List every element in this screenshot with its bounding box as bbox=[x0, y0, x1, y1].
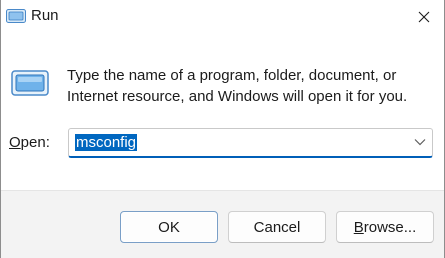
ok-button[interactable]: OK bbox=[120, 211, 218, 243]
button-bar: OK Cancel Browse... bbox=[1, 190, 444, 258]
close-icon bbox=[418, 11, 430, 23]
close-button[interactable] bbox=[412, 6, 436, 28]
title-bar[interactable]: Run bbox=[1, 0, 444, 36]
open-input-value[interactable]: msconfig bbox=[75, 134, 138, 151]
open-label-mnemonic: O bbox=[9, 134, 21, 151]
browse-button[interactable]: Browse... bbox=[336, 211, 434, 243]
run-icon bbox=[11, 70, 49, 96]
open-label-rest: pen: bbox=[20, 134, 50, 151]
browse-mnemonic: B bbox=[353, 218, 364, 236]
run-app-icon bbox=[6, 9, 26, 23]
run-dialog: Run Type the name of a program, folder, … bbox=[0, 0, 445, 258]
window-title: Run bbox=[31, 7, 59, 24]
open-label: Open: bbox=[9, 134, 50, 151]
chevron-down-icon[interactable] bbox=[414, 138, 426, 146]
cancel-button[interactable]: Cancel bbox=[228, 211, 326, 243]
browse-label-rest: rowse... bbox=[363, 218, 417, 236]
dialog-content: Type the name of a program, folder, docu… bbox=[1, 36, 444, 190]
open-combobox[interactable]: msconfig bbox=[68, 128, 433, 158]
description-text: Type the name of a program, folder, docu… bbox=[67, 67, 408, 105]
